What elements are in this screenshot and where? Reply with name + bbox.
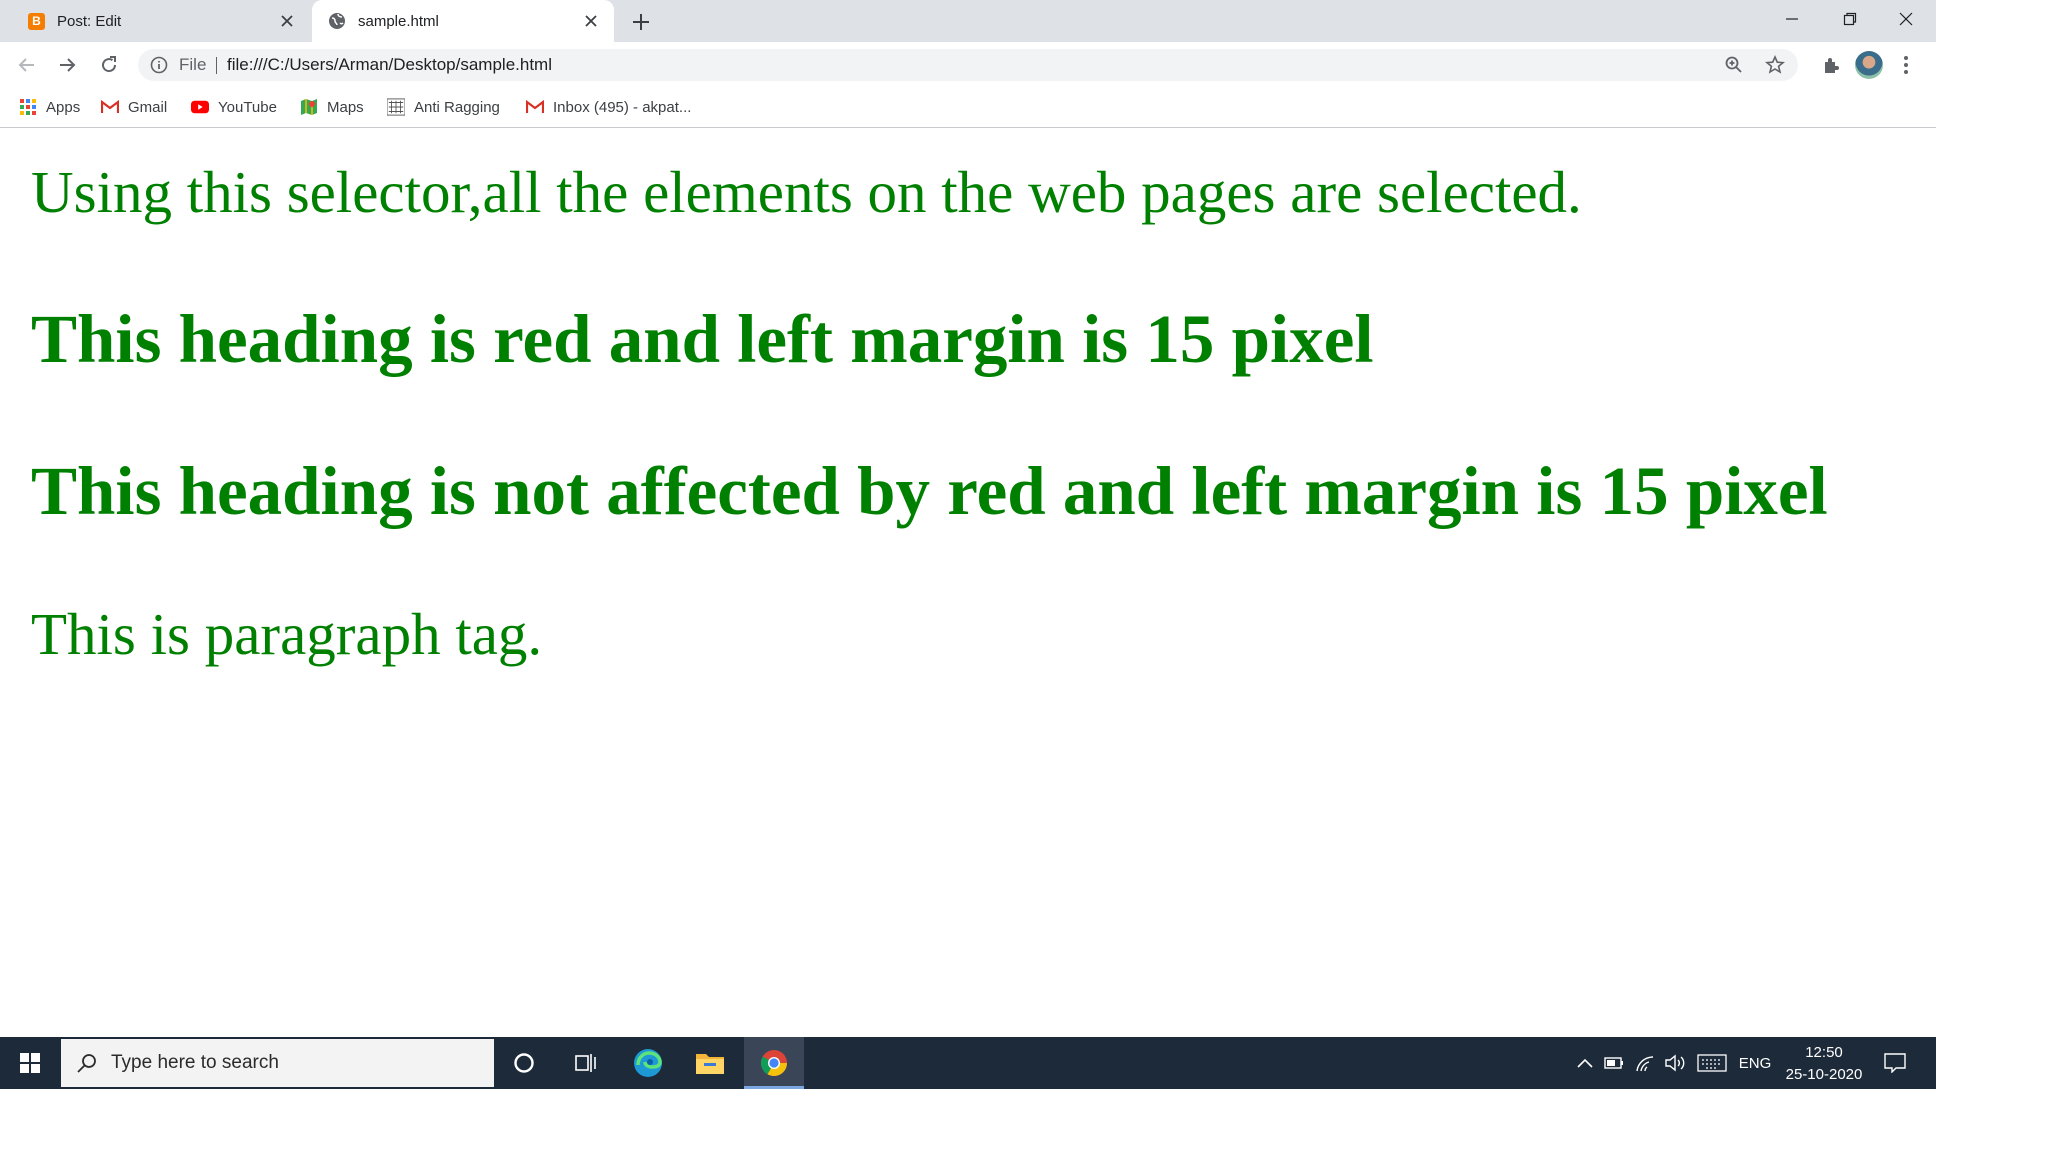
clock[interactable]: 12:50 25-10-2020 <box>1772 1042 1876 1086</box>
bookmark-gmail[interactable]: Gmail <box>101 88 167 126</box>
wifi-icon <box>1636 1056 1654 1072</box>
new-tab-button[interactable] <box>628 9 654 35</box>
tab-sample-html[interactable]: sample.html <box>312 0 614 42</box>
edge-icon <box>634 1049 662 1077</box>
puzzle-icon <box>1825 58 1839 73</box>
show-hidden-icons-button[interactable] <box>1572 1037 1598 1089</box>
folder-icon <box>696 1054 724 1074</box>
heading-1: This heading is red and left margin is 1… <box>31 301 1374 377</box>
bookmark-label: Inbox (495) - akpat... <box>553 98 692 116</box>
maps-icon <box>300 98 318 116</box>
minimize-button[interactable] <box>1766 0 1818 38</box>
menu-button[interactable] <box>1892 50 1920 80</box>
file-explorer-button[interactable] <box>680 1037 740 1089</box>
notification-icon <box>1884 1053 1906 1073</box>
arrow-right-icon <box>60 58 76 72</box>
omnibox-divider <box>216 57 217 74</box>
windows-taskbar: Type here to search ENG 12:50 25-10-2020 <box>0 1037 1936 1089</box>
url-text[interactable]: file:///C:/Users/Arman/Desktop/sample.ht… <box>227 55 552 75</box>
keyboard-icon <box>1697 1054 1727 1072</box>
bookmark-label: YouTube <box>218 98 277 116</box>
youtube-icon <box>191 98 209 116</box>
input-language-button[interactable]: ENG <box>1735 1037 1775 1089</box>
cortana-button[interactable] <box>494 1037 554 1089</box>
profile-button[interactable] <box>1854 50 1884 80</box>
reload-icon <box>102 56 117 73</box>
url-scheme: File <box>179 55 207 74</box>
kebab-menu-icon <box>1904 56 1908 74</box>
minimize-icon <box>1786 18 1798 20</box>
restore-icon <box>1843 12 1857 26</box>
volume-button[interactable] <box>1662 1037 1688 1089</box>
task-view-button[interactable] <box>556 1037 616 1089</box>
heading-2: This heading is not affected by red and … <box>31 453 1828 529</box>
tab-strip: B Post: Edit sample.html <box>0 0 1936 42</box>
bookmark-inbox[interactable]: Inbox (495) - akpat... <box>526 88 691 126</box>
language-label: ENG <box>1738 1054 1772 1072</box>
bookmark-apps[interactable]: Apps <box>19 88 80 126</box>
search-placeholder: Type here to search <box>111 1052 279 1073</box>
bookmark-maps[interactable]: Maps <box>300 88 364 126</box>
zoom-icon[interactable] <box>1724 55 1744 75</box>
paragraph-1: Using this selector,all the elements on … <box>31 159 1582 225</box>
bookmark-youtube[interactable]: YouTube <box>191 88 277 126</box>
screen: B Post: Edit sample.html File file:///C:… <box>0 0 1936 1089</box>
clock-date: 25-10-2020 <box>1785 1066 1863 1083</box>
tab-title: sample.html <box>358 12 439 30</box>
blogger-icon: B <box>28 12 45 30</box>
tab-title: Post: Edit <box>57 12 122 30</box>
network-button[interactable] <box>1632 1037 1658 1089</box>
back-button[interactable] <box>12 50 42 80</box>
forward-button[interactable] <box>52 50 82 80</box>
gmail-icon <box>526 98 544 116</box>
globe-icon <box>329 13 345 29</box>
anti-ragging-icon <box>387 98 405 116</box>
info-icon[interactable] <box>150 56 168 74</box>
taskbar-search[interactable]: Type here to search <box>61 1039 494 1087</box>
page-content: Using this selector,all the elements on … <box>0 128 1936 1037</box>
paragraph-2: This is paragraph tag. <box>31 601 543 667</box>
chrome-taskbar-button[interactable] <box>744 1037 804 1089</box>
bookmark-label: Maps <box>327 98 364 116</box>
bookmark-label: Apps <box>46 98 81 116</box>
plus-icon <box>633 14 649 30</box>
close-window-button[interactable] <box>1880 0 1932 38</box>
bookmark-label: Anti Ragging <box>414 98 500 116</box>
start-button[interactable] <box>0 1037 60 1089</box>
gmail-icon <box>101 98 119 116</box>
close-icon[interactable] <box>580 10 602 32</box>
arrow-left-icon <box>18 58 34 72</box>
speaker-icon <box>1665 1054 1685 1072</box>
star-icon[interactable] <box>1765 55 1785 75</box>
reload-button[interactable] <box>94 50 124 80</box>
search-icon <box>77 1054 96 1073</box>
close-icon[interactable] <box>276 10 298 32</box>
edge-taskbar-button[interactable] <box>618 1037 678 1089</box>
clock-time: 12:50 <box>1805 1044 1843 1061</box>
bookmark-anti-ragging[interactable]: Anti Ragging <box>387 88 500 126</box>
action-center-button[interactable] <box>1880 1037 1910 1089</box>
avatar <box>1855 51 1883 79</box>
chevron-up-icon <box>1577 1058 1593 1068</box>
restore-button[interactable] <box>1824 0 1876 38</box>
tab-post-edit[interactable]: B Post: Edit <box>12 0 310 42</box>
browser-toolbar: File file:///C:/Users/Arman/Desktop/samp… <box>0 42 1936 88</box>
touch-keyboard-button[interactable] <box>1694 1037 1730 1089</box>
windows-logo-icon <box>20 1053 40 1073</box>
bookmarks-bar: Apps Gmail YouTube Maps Anti Ragging Inb… <box>0 88 1936 128</box>
cortana-icon <box>514 1053 534 1073</box>
address-bar[interactable]: File file:///C:/Users/Arman/Desktop/samp… <box>138 49 1798 81</box>
bookmark-label: Gmail <box>128 98 168 116</box>
chrome-icon <box>760 1050 788 1077</box>
apps-grid-icon <box>19 98 37 116</box>
extensions-button[interactable] <box>1816 50 1846 80</box>
battery-button[interactable] <box>1601 1037 1627 1089</box>
close-icon <box>1899 12 1913 26</box>
battery-icon <box>1604 1057 1623 1069</box>
task-view-icon <box>575 1054 596 1072</box>
